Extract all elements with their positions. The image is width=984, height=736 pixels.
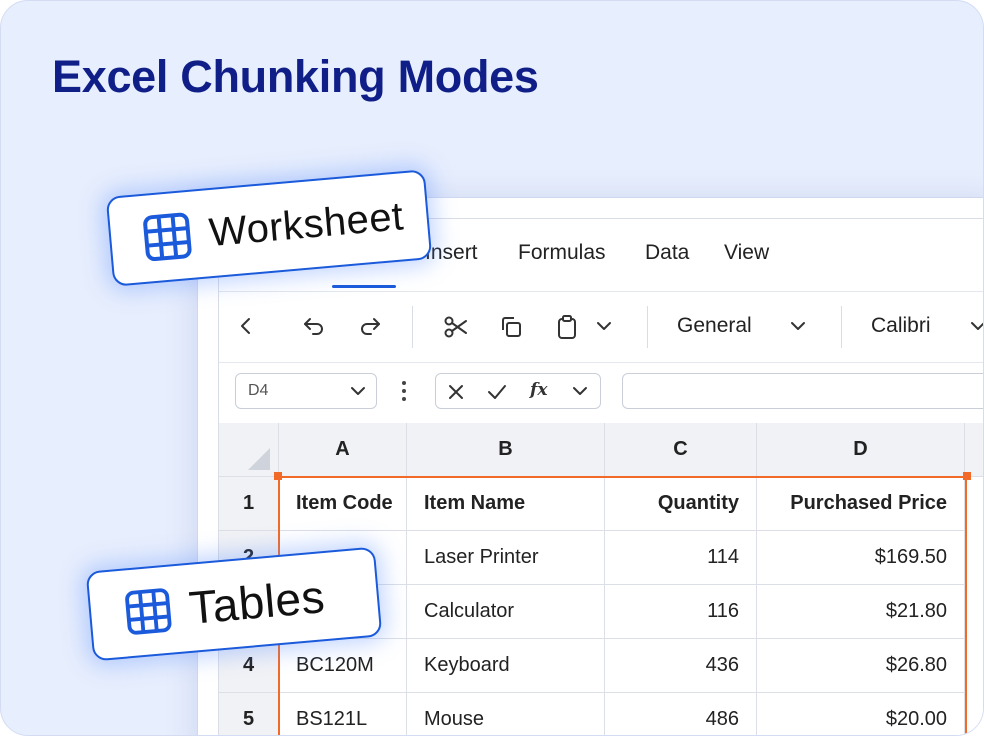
column-header-d[interactable]: D	[757, 423, 965, 477]
toolbar-divider	[647, 306, 648, 348]
cell-d1[interactable]: Purchased Price	[757, 477, 965, 531]
spreadsheet-window: Insert Formulas Data View General Calibr…	[197, 197, 983, 735]
font-name-chevron-icon[interactable]	[967, 314, 983, 338]
cell-d2[interactable]: $169.50	[757, 531, 965, 585]
chevron-left-icon[interactable]	[235, 314, 257, 338]
copy-icon[interactable]	[498, 314, 524, 340]
column-header-c[interactable]: C	[605, 423, 757, 477]
font-name-select[interactable]: Calibri	[871, 314, 931, 338]
function-fx-icon[interactable]: fx	[530, 380, 547, 400]
cell-b1[interactable]: Item Name	[407, 477, 605, 531]
spreadsheet-panel: Insert Formulas Data View General Calibr…	[218, 218, 983, 735]
cell-d5[interactable]: $20.00	[757, 693, 965, 735]
table-grid-icon	[143, 212, 192, 262]
menu-item-formulas[interactable]: Formulas	[518, 241, 606, 265]
confirm-check-icon[interactable]	[486, 382, 508, 402]
cell-b2[interactable]: Laser Printer	[407, 531, 605, 585]
cell-c4[interactable]: 436	[605, 639, 757, 693]
formula-bar: D4 fx	[219, 361, 983, 423]
select-all-corner[interactable]	[219, 423, 279, 477]
worksheet-badge-label: Worksheet	[207, 193, 406, 255]
active-menu-indicator	[332, 285, 396, 288]
cell-c1[interactable]: Quantity	[605, 477, 757, 531]
scissors-icon[interactable]	[443, 314, 469, 340]
column-header-e[interactable]	[965, 423, 983, 477]
cell-c5[interactable]: 486	[605, 693, 757, 735]
row-header-5[interactable]: 5	[219, 693, 279, 735]
redo-icon[interactable]	[357, 314, 383, 338]
formula-actions: fx	[435, 373, 601, 409]
card: Excel Chunking Modes Insert Formulas Dat…	[0, 0, 984, 736]
cell-c2[interactable]: 114	[605, 531, 757, 585]
cell-b4[interactable]: Keyboard	[407, 639, 605, 693]
toolbar-divider	[841, 306, 842, 348]
menu-item-data[interactable]: Data	[645, 241, 689, 265]
toolbar: General Calibri	[219, 291, 983, 363]
cell-d3[interactable]: $21.80	[757, 585, 965, 639]
toolbar-divider	[412, 306, 413, 348]
more-vertical-icon[interactable]	[399, 379, 409, 403]
menu-item-view[interactable]: View	[724, 241, 769, 265]
cell-b5[interactable]: Mouse	[407, 693, 605, 735]
cancel-x-icon[interactable]	[446, 382, 466, 402]
number-format-select[interactable]: General	[677, 314, 752, 338]
number-format-chevron-icon[interactable]	[787, 314, 809, 338]
table-grid-icon	[125, 588, 172, 635]
tables-badge-label: Tables	[186, 570, 327, 634]
cell-a4[interactable]: BC120M	[279, 639, 407, 693]
column-header-a[interactable]: A	[279, 423, 407, 477]
cell-a5[interactable]: BS121L	[279, 693, 407, 735]
paste-icon[interactable]	[555, 314, 579, 340]
paste-options-chevron-icon[interactable]	[593, 314, 615, 338]
row-header-1[interactable]: 1	[219, 477, 279, 531]
column-header-b[interactable]: B	[407, 423, 605, 477]
cell-c3[interactable]: 116	[605, 585, 757, 639]
name-box-value: D4	[248, 382, 269, 399]
chevron-down-icon[interactable]	[570, 381, 590, 401]
name-box[interactable]: D4	[235, 373, 377, 409]
page-title: Excel Chunking Modes	[52, 51, 539, 102]
formula-input[interactable]	[622, 373, 983, 409]
undo-icon[interactable]	[301, 314, 327, 338]
chevron-down-icon	[351, 387, 365, 395]
selection-handle[interactable]	[274, 472, 282, 480]
selection-handle[interactable]	[963, 472, 971, 480]
cell-d4[interactable]: $26.80	[757, 639, 965, 693]
cell-b3[interactable]: Calculator	[407, 585, 605, 639]
menu-item-insert[interactable]: Insert	[425, 241, 478, 265]
cell-a1[interactable]: Item Code	[279, 477, 407, 531]
